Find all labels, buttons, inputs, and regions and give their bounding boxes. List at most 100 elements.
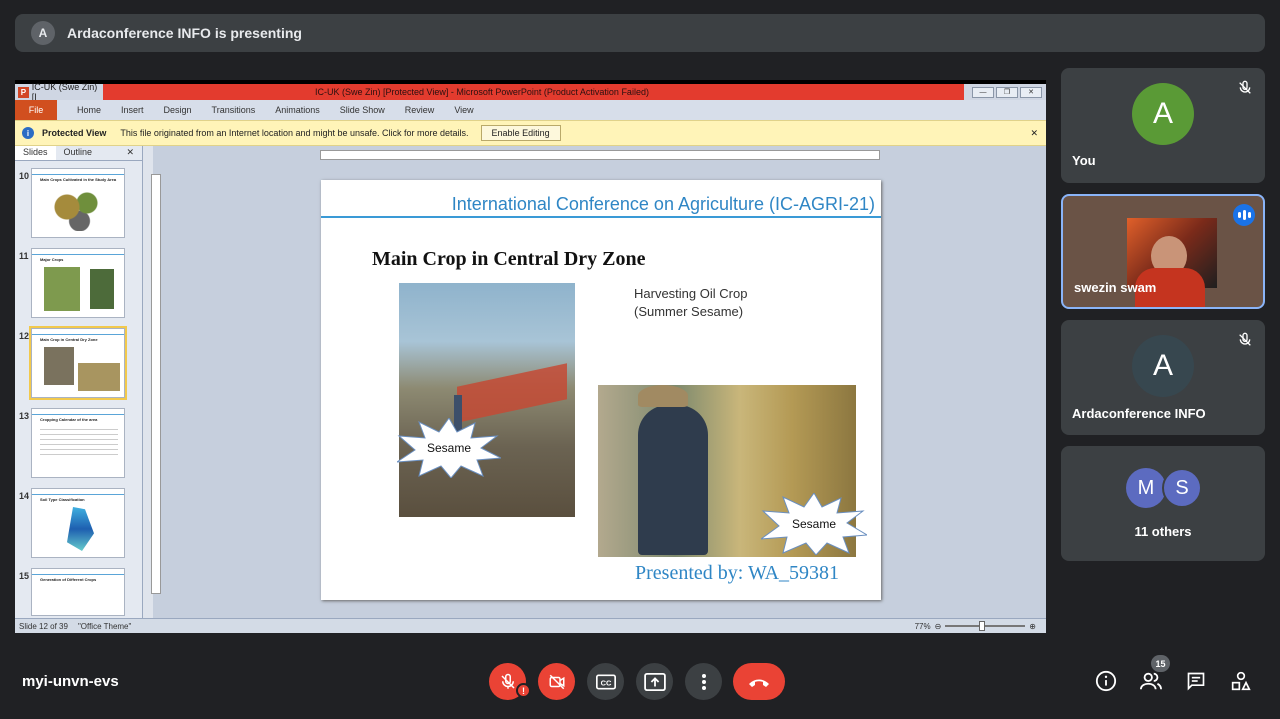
people-button[interactable] <box>1140 670 1162 692</box>
presenter-avatar: A <box>31 21 55 45</box>
tab-transitions[interactable]: Transitions <box>212 105 256 115</box>
tab-animations[interactable]: Animations <box>275 105 320 115</box>
restore-icon[interactable]: ❐ <box>996 86 1018 98</box>
protected-view-message[interactable]: This file originated from an Internet lo… <box>120 128 468 138</box>
zoom-in-icon[interactable]: ⊕ <box>1029 622 1036 631</box>
slide-thumbnail-10[interactable]: Main Crops Cultivated in the Study Area <box>31 168 125 238</box>
tab-review[interactable]: Review <box>405 105 435 115</box>
info-icon: i <box>22 127 34 139</box>
thumb-number: 15 <box>19 571 30 581</box>
ppt-title-bar: P IC-UK (Swe Zin) [I IC-UK (Swe Zin) [Pr… <box>15 82 1046 102</box>
mic-off-icon <box>1239 332 1251 346</box>
close-panel-icon[interactable]: ✕ <box>118 146 142 160</box>
activities-button[interactable] <box>1230 670 1252 692</box>
close-icon[interactable]: ✕ <box>1020 86 1042 98</box>
participant-tile-you[interactable]: A You <box>1061 68 1265 183</box>
svg-text:CC: CC <box>600 678 611 687</box>
tab-slide-show[interactable]: Slide Show <box>340 105 385 115</box>
sesame-label-1: Sesame <box>426 441 472 455</box>
avatar-s: S <box>1162 468 1202 508</box>
activities-icon <box>1231 671 1251 691</box>
slide-thumbnail-15[interactable]: Generation of Different Crops <box>31 568 125 616</box>
speaking-indicator-icon <box>1233 204 1255 226</box>
participant-tile-video[interactable]: swezin swam <box>1061 194 1265 309</box>
thumb-number: 13 <box>19 411 30 421</box>
participant-name: swezin swam <box>1074 280 1157 295</box>
participant-name: Ardaconference INFO <box>1072 406 1206 421</box>
thumb-title: Main Crop in Central Dry Zone <box>40 337 98 342</box>
mic-warning-icon: ! <box>516 683 531 698</box>
tab-home[interactable]: Home <box>77 105 101 115</box>
participant-name: You <box>1072 153 1096 168</box>
thumb-number: 10 <box>19 171 30 181</box>
tab-slides[interactable]: Slides <box>15 146 56 160</box>
camera-toggle-button[interactable] <box>538 663 575 700</box>
slide-thumbnail-12[interactable]: Main Crop in Central Dry Zone <box>29 326 127 400</box>
hang-up-icon <box>749 679 769 687</box>
meeting-details-button[interactable] <box>1095 670 1117 692</box>
slide-thumbnail-13[interactable]: Cropping Calendar of the area <box>31 408 125 478</box>
thumb-title: Major Crops <box>40 257 64 262</box>
camera-off-icon <box>549 674 564 689</box>
conference-title: International Conference on Agriculture … <box>451 194 875 214</box>
participant-tile-others[interactable]: M S 11 others <box>1061 446 1265 561</box>
horizontal-ruler <box>320 150 880 160</box>
caption-line-2: (Summer Sesame) <box>634 304 744 319</box>
sesame-label-burst-2: Sesame <box>761 493 867 555</box>
tab-design[interactable]: Design <box>164 105 192 115</box>
present-icon <box>643 672 666 691</box>
zoom-out-icon[interactable]: ⊖ <box>935 622 942 631</box>
slide-thumbnail-14[interactable]: Soil Type Classification <box>31 488 125 558</box>
present-screen-button[interactable] <box>636 663 673 700</box>
sesame-label-2: Sesame <box>791 517 837 531</box>
captions-button[interactable]: CC <box>587 663 624 700</box>
minimize-icon[interactable]: — <box>972 86 994 98</box>
leave-call-button[interactable] <box>733 663 785 700</box>
people-count-badge: 15 <box>1151 655 1170 672</box>
enable-editing-button[interactable]: Enable Editing <box>480 125 561 141</box>
ppt-left-title: IC-UK (Swe Zin) [I <box>31 82 98 102</box>
theme-name: "Office Theme" <box>77 621 132 631</box>
thumb-title: Soil Type Classification <box>40 497 85 502</box>
tab-outline[interactable]: Outline <box>56 146 101 160</box>
protected-view-bar: i Protected View This file originated fr… <box>15 120 1046 146</box>
slide-title: Main Crop in Central Dry Zone <box>372 248 646 270</box>
presenting-banner: A Ardaconference INFO is presenting <box>15 14 1265 52</box>
slide-canvas[interactable]: International Conference on Agriculture … <box>321 180 881 600</box>
shared-screen[interactable]: P IC-UK (Swe Zin) [I IC-UK (Swe Zin) [Pr… <box>15 80 1046 633</box>
avatar-you: A <box>1132 83 1194 145</box>
presenting-text: Ardaconference INFO is presenting <box>67 25 302 41</box>
captions-icon: CC <box>595 674 616 689</box>
zoom-slider[interactable] <box>945 621 1026 631</box>
slide-counter: Slide 12 of 39 <box>19 621 68 631</box>
powerpoint-logo-icon: P <box>18 86 29 98</box>
info-icon <box>1095 670 1117 692</box>
slides-panel: Slides Outline ✕ 10 Main Crops Cultivate… <box>15 146 143 618</box>
avatar-host: A <box>1132 335 1194 397</box>
ribbon-tabs: File Home Insert Design Transitions Anim… <box>15 100 1046 120</box>
participant-tile-host[interactable]: A Ardaconference INFO <box>1061 320 1265 435</box>
ppt-window-title: IC-UK (Swe Zin) [Protected View] - Micro… <box>315 87 649 97</box>
tab-view[interactable]: View <box>454 105 473 115</box>
more-options-button[interactable] <box>685 663 722 700</box>
avatar-m: M <box>1126 468 1166 508</box>
thumb-number: 12 <box>19 331 30 341</box>
tab-insert[interactable]: Insert <box>121 105 144 115</box>
caption-line-1: Harvesting Oil Crop <box>634 286 748 301</box>
chat-button[interactable] <box>1185 670 1207 692</box>
zoom-level[interactable]: 77% <box>915 622 931 631</box>
sesame-label-burst-1: Sesame <box>397 418 501 478</box>
tab-file[interactable]: File <box>15 100 57 120</box>
meeting-code: myi-unvn-evs <box>22 673 119 690</box>
mic-off-icon <box>500 673 515 689</box>
slide-thumbnail-11[interactable]: Major Crops <box>31 248 125 318</box>
close-bar-icon[interactable]: ✕ <box>1030 128 1038 139</box>
more-vert-icon <box>701 673 706 690</box>
chat-icon <box>1187 672 1205 691</box>
thumb-title: Generation of Different Crops <box>40 577 97 582</box>
sesame-harvest-photo-1 <box>399 283 575 517</box>
thumb-number: 11 <box>19 251 29 261</box>
others-count: 11 others <box>1134 524 1192 539</box>
mic-off-icon <box>1239 80 1251 94</box>
protected-view-label: Protected View <box>42 128 107 138</box>
